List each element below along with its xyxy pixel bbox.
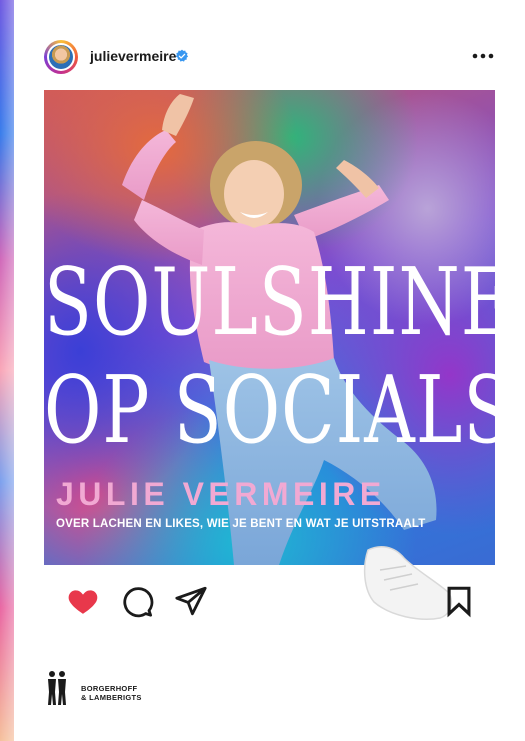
share-button[interactable] [174, 584, 208, 618]
comment-button[interactable] [120, 584, 154, 618]
book-spine-gradient [0, 0, 14, 741]
cover-title-line2: OP SOCIALS [44, 356, 495, 465]
bookmark-icon [447, 586, 471, 618]
publisher-logo: BORGERHOFF & LAMBERIGTS [46, 670, 166, 710]
cover-author: JULIE VERMEIRE [56, 476, 386, 512]
profile-avatar[interactable] [44, 40, 78, 74]
verified-badge-icon [175, 49, 189, 62]
like-button[interactable] [66, 584, 100, 618]
cover-subtitle: OVER LACHEN EN LIKES, WIE JE BENT EN WAT… [56, 518, 426, 530]
save-button[interactable] [442, 584, 476, 618]
send-icon [175, 586, 207, 616]
post-actions-bar [66, 584, 476, 618]
publisher-name-line2: & LAMBERIGTS [81, 693, 142, 702]
publisher-figures-icon [48, 671, 66, 705]
heart-icon [68, 590, 98, 614]
post-image[interactable]: SOULSHINE OP SOCIALS JULIE VERMEIRE OVER… [44, 90, 495, 565]
avatar-photo [49, 45, 73, 69]
more-options-icon[interactable] [471, 46, 495, 66]
username[interactable]: julievermeire [90, 48, 176, 64]
cover-title-line1: SOULSHINE [44, 248, 495, 357]
post-header: julievermeire [44, 40, 495, 78]
avatar-frame [47, 43, 75, 71]
comment-icon [123, 587, 154, 618]
publisher-name-line1: BORGERHOFF [81, 684, 138, 693]
